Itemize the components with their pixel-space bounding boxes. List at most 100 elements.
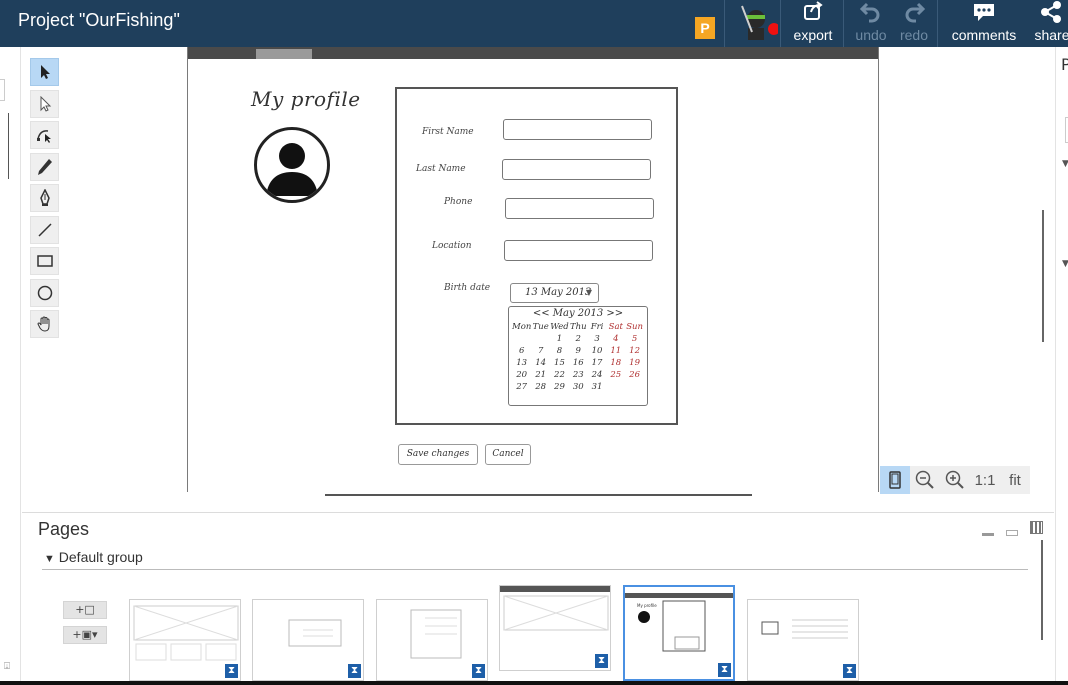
- calendar-day[interactable]: 19: [625, 357, 644, 369]
- zoom-toolbar: 1:1 fit: [880, 466, 1030, 494]
- page-thumbnail[interactable]: ⧗: [376, 599, 488, 681]
- calendar-day[interactable]: 24: [588, 369, 607, 381]
- pen-tool[interactable]: [30, 184, 59, 212]
- device-view-button[interactable]: [880, 466, 910, 494]
- calendar-day[interactable]: 7: [531, 345, 550, 357]
- calendar-weekday: Mon: [512, 322, 532, 332]
- pin-icon[interactable]: ⍗: [4, 661, 10, 672]
- calendar-day[interactable]: 17: [588, 357, 607, 369]
- calendar-day[interactable]: 29: [550, 381, 569, 393]
- calendar-day[interactable]: 28: [531, 381, 550, 393]
- expand-arrow-icon[interactable]: ▼: [1062, 259, 1068, 269]
- expand-arrow-icon[interactable]: ▼: [1062, 159, 1068, 169]
- calendar-day[interactable]: 23: [569, 369, 588, 381]
- calendar-day[interactable]: 3: [588, 333, 607, 345]
- calendar-day[interactable]: 5: [625, 333, 644, 345]
- calendar-day: [606, 381, 625, 393]
- ellipse-icon: [37, 285, 52, 300]
- first-name-field[interactable]: [503, 119, 652, 140]
- cancel-button[interactable]: Cancel: [485, 444, 531, 465]
- calendar[interactable]: << May 2013 >> Mon Tue Wed Thu Fri Sat Sun 1 2 3 4…: [508, 306, 648, 406]
- calendar-day[interactable]: 16: [569, 357, 588, 369]
- calendar-grid: Mon Tue Wed Thu Fri Sat Sun 1 2 3 4 5 6 7 8 9 10 11 12 13 14…: [509, 321, 647, 393]
- calendar-day[interactable]: 14: [531, 357, 550, 369]
- location-field[interactable]: [504, 240, 653, 261]
- left-panel-field[interactable]: [0, 79, 5, 101]
- birth-date-select[interactable]: 13 May 2013 ▼: [510, 283, 599, 303]
- calendar-header[interactable]: << May 2013 >>: [509, 307, 647, 321]
- left-panel-edge: ⍗: [0, 47, 21, 685]
- line-tool[interactable]: [30, 215, 59, 244]
- canvas-horizontal-scrollbar[interactable]: [325, 494, 752, 496]
- pencil-tool[interactable]: [30, 152, 59, 181]
- calendar-day[interactable]: 20: [512, 369, 531, 381]
- calendar-day[interactable]: 15: [550, 357, 569, 369]
- calendar-day[interactable]: 10: [588, 345, 607, 357]
- minimize-icon[interactable]: [982, 533, 994, 536]
- right-panel-fragment: P: [1061, 55, 1068, 74]
- profile-form: First Name Last Name Phone Location Birt…: [395, 87, 678, 425]
- zoom-actual-size-button[interactable]: 1:1: [970, 466, 1000, 494]
- zoom-in-button[interactable]: [940, 466, 970, 494]
- export-button[interactable]: export: [788, 0, 838, 47]
- zoom-fit-button[interactable]: fit: [1000, 466, 1030, 494]
- zoom-out-button[interactable]: [910, 466, 940, 494]
- comments-icon: [971, 0, 997, 27]
- page-thumbnail[interactable]: ⧗: [129, 599, 241, 681]
- calendar-day[interactable]: 13: [512, 357, 531, 369]
- project-title: Project "OurFishing": [18, 10, 180, 30]
- calendar-day[interactable]: 25: [606, 369, 625, 381]
- share-button[interactable]: share: [1030, 0, 1068, 47]
- location-label: Location: [432, 241, 472, 251]
- page-thumbnail-selected[interactable]: My profile ⧗: [623, 585, 735, 681]
- list-view-icon[interactable]: [1006, 530, 1018, 536]
- redo-button[interactable]: redo: [894, 0, 934, 47]
- bezier-tool[interactable]: [30, 121, 59, 149]
- pages-vertical-scrollbar[interactable]: [1041, 540, 1043, 640]
- calendar-day[interactable]: 12: [625, 345, 644, 357]
- calendar-day[interactable]: 2: [569, 333, 588, 345]
- hand-tool[interactable]: [30, 310, 59, 338]
- plan-badge[interactable]: P: [695, 17, 715, 39]
- export-icon: [802, 0, 824, 25]
- calendar-day[interactable]: 26: [625, 369, 644, 381]
- redo-label: redo: [899, 27, 929, 43]
- calendar-day[interactable]: 18: [606, 357, 625, 369]
- page-thumbnail[interactable]: ⧗: [747, 599, 859, 681]
- page-thumbnail[interactable]: ⧗: [252, 599, 364, 681]
- share-label: share: [1034, 27, 1068, 43]
- calendar-day[interactable]: 30: [569, 381, 588, 393]
- left-panel-scrollbar[interactable]: [8, 113, 9, 179]
- calendar-day[interactable]: 31: [588, 381, 607, 393]
- calendar-day[interactable]: 4: [606, 333, 625, 345]
- comments-button[interactable]: comments: [946, 0, 1022, 47]
- phone-field[interactable]: [505, 198, 654, 219]
- calendar-day[interactable]: 11: [606, 345, 625, 357]
- rectangle-tool[interactable]: [30, 247, 59, 275]
- calendar-day[interactable]: 6: [512, 345, 531, 357]
- last-name-field[interactable]: [502, 159, 651, 180]
- undo-button[interactable]: undo: [850, 0, 892, 47]
- canvas-vertical-scrollbar[interactable]: [1042, 210, 1044, 342]
- calendar-day[interactable]: 9: [569, 345, 588, 357]
- mockup-header-bar: [188, 47, 878, 59]
- calendar-day[interactable]: 1: [550, 333, 569, 345]
- calendar-day[interactable]: 21: [531, 369, 550, 381]
- calendar-day[interactable]: 8: [550, 345, 569, 357]
- ellipse-tool[interactable]: [30, 278, 59, 307]
- mockup-page[interactable]: My profile First Name Last Name Phone Lo…: [187, 47, 879, 492]
- page-group-header[interactable]: ▼ Default group: [44, 549, 143, 565]
- select-tool[interactable]: [30, 58, 59, 86]
- calendar-day[interactable]: 22: [550, 369, 569, 381]
- user-avatar[interactable]: [738, 2, 780, 42]
- grid-view-icon[interactable]: [1030, 521, 1043, 534]
- page-thumbnail[interactable]: ⧗: [499, 585, 611, 671]
- add-page-button[interactable]: +□: [63, 601, 107, 619]
- add-page-variant-button[interactable]: +▣▾: [63, 626, 107, 644]
- hand-icon: [36, 316, 49, 332]
- calendar-day[interactable]: 27: [512, 381, 531, 393]
- redo-icon: [902, 0, 926, 27]
- calendar-weekday: Fri: [590, 322, 604, 332]
- save-changes-button[interactable]: Save changes: [398, 444, 478, 465]
- direct-select-tool[interactable]: [30, 89, 59, 118]
